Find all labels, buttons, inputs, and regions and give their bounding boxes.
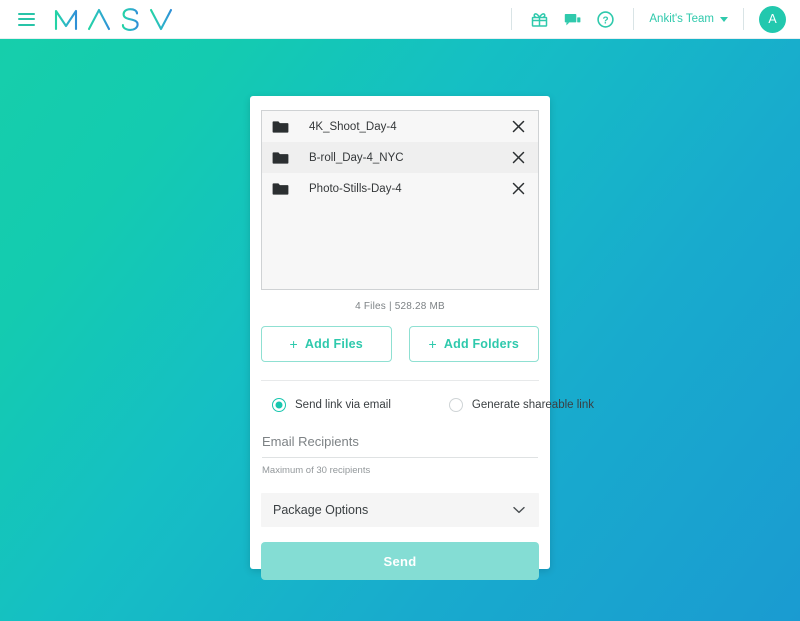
header-divider (743, 8, 744, 30)
radio-label: Send link via email (295, 399, 391, 411)
hamburger-bar (18, 23, 35, 26)
header-divider (633, 8, 635, 30)
list-item[interactable]: B-roll_Day-4_NYC (262, 142, 538, 173)
folder-icon (272, 120, 289, 134)
avatar[interactable]: A (759, 5, 786, 33)
add-buttons-row: + Add Files + Add Folders (261, 326, 539, 362)
list-item[interactable]: 4K_Shoot_Day-4 (262, 111, 538, 142)
email-recipients-field: Maximum of 30 recipients (261, 433, 539, 476)
masv-logo[interactable] (53, 2, 185, 36)
team-selector[interactable]: Ankit's Team (649, 13, 728, 25)
recipients-help-text: Maximum of 30 recipients (262, 465, 371, 476)
radio-icon-selected (272, 398, 286, 412)
chevron-down-icon (513, 506, 525, 514)
help-icon[interactable]: ? (594, 8, 617, 31)
upload-card: 4K_Shoot_Day-4 B-roll_Day-4_NYC Photo-St… (250, 96, 594, 580)
chevron-down-icon (720, 16, 728, 22)
add-folders-label: Add Folders (443, 337, 519, 351)
folder-icon (272, 151, 289, 165)
package-options-label: Package Options (273, 503, 369, 517)
file-name: 4K_Shoot_Day-4 (309, 120, 397, 133)
team-name: Ankit's Team (649, 13, 714, 25)
header-actions: ? Ankit's Team A (500, 0, 786, 38)
plus-icon: + (428, 336, 437, 352)
hamburger-bar (18, 18, 35, 20)
add-files-label: Add Files (304, 337, 363, 351)
chat-icon[interactable] (561, 8, 584, 31)
list-item[interactable]: Photo-Stills-Day-4 (262, 173, 538, 204)
add-files-button[interactable]: + Add Files (261, 326, 392, 362)
file-summary: 4 Files | 528.28 MB (355, 301, 445, 312)
header-divider (511, 8, 513, 30)
send-button[interactable]: Send (261, 542, 539, 580)
delivery-options: Send link via email Generate shareable l… (261, 398, 594, 412)
file-name: B-roll_Day-4_NYC (309, 151, 404, 164)
package-options-dropdown[interactable]: Package Options (261, 493, 539, 527)
app-root: ? Ankit's Team A 4K_Shoot_Day-4 B-roll_D… (0, 0, 800, 621)
radio-label: Generate shareable link (471, 399, 594, 411)
radio-icon (448, 398, 463, 412)
folder-icon (272, 182, 289, 196)
hamburger-icon[interactable] (18, 12, 35, 26)
add-folders-button[interactable]: + Add Folders (408, 326, 539, 362)
section-divider (261, 380, 539, 381)
file-list: 4K_Shoot_Day-4 B-roll_Day-4_NYC Photo-St… (261, 110, 539, 290)
svg-text:?: ? (603, 15, 609, 26)
radio-generate-shareable-link[interactable]: Generate shareable link (448, 398, 594, 412)
close-icon[interactable] (511, 181, 526, 196)
close-icon[interactable] (511, 119, 526, 134)
radio-send-link-via-email[interactable]: Send link via email (272, 398, 391, 412)
file-name: Photo-Stills-Day-4 (309, 182, 402, 195)
top-header: ? Ankit's Team A (0, 0, 800, 39)
plus-icon: + (289, 336, 298, 352)
hamburger-bar (18, 12, 35, 15)
email-recipients-input[interactable] (262, 434, 538, 458)
close-icon[interactable] (511, 150, 526, 165)
gift-icon[interactable] (528, 8, 551, 31)
